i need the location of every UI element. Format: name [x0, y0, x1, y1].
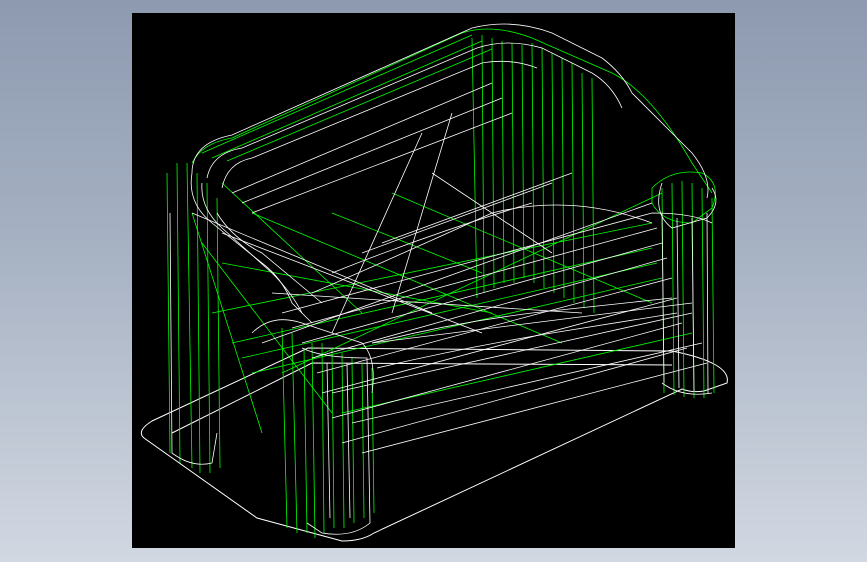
silhouette-edges [169, 23, 717, 535]
mesh-edges [166, 28, 716, 539]
floor-outline [140, 347, 728, 542]
sofa-wireframe-model [140, 23, 728, 542]
3d-model-viewport[interactable] [132, 13, 735, 548]
